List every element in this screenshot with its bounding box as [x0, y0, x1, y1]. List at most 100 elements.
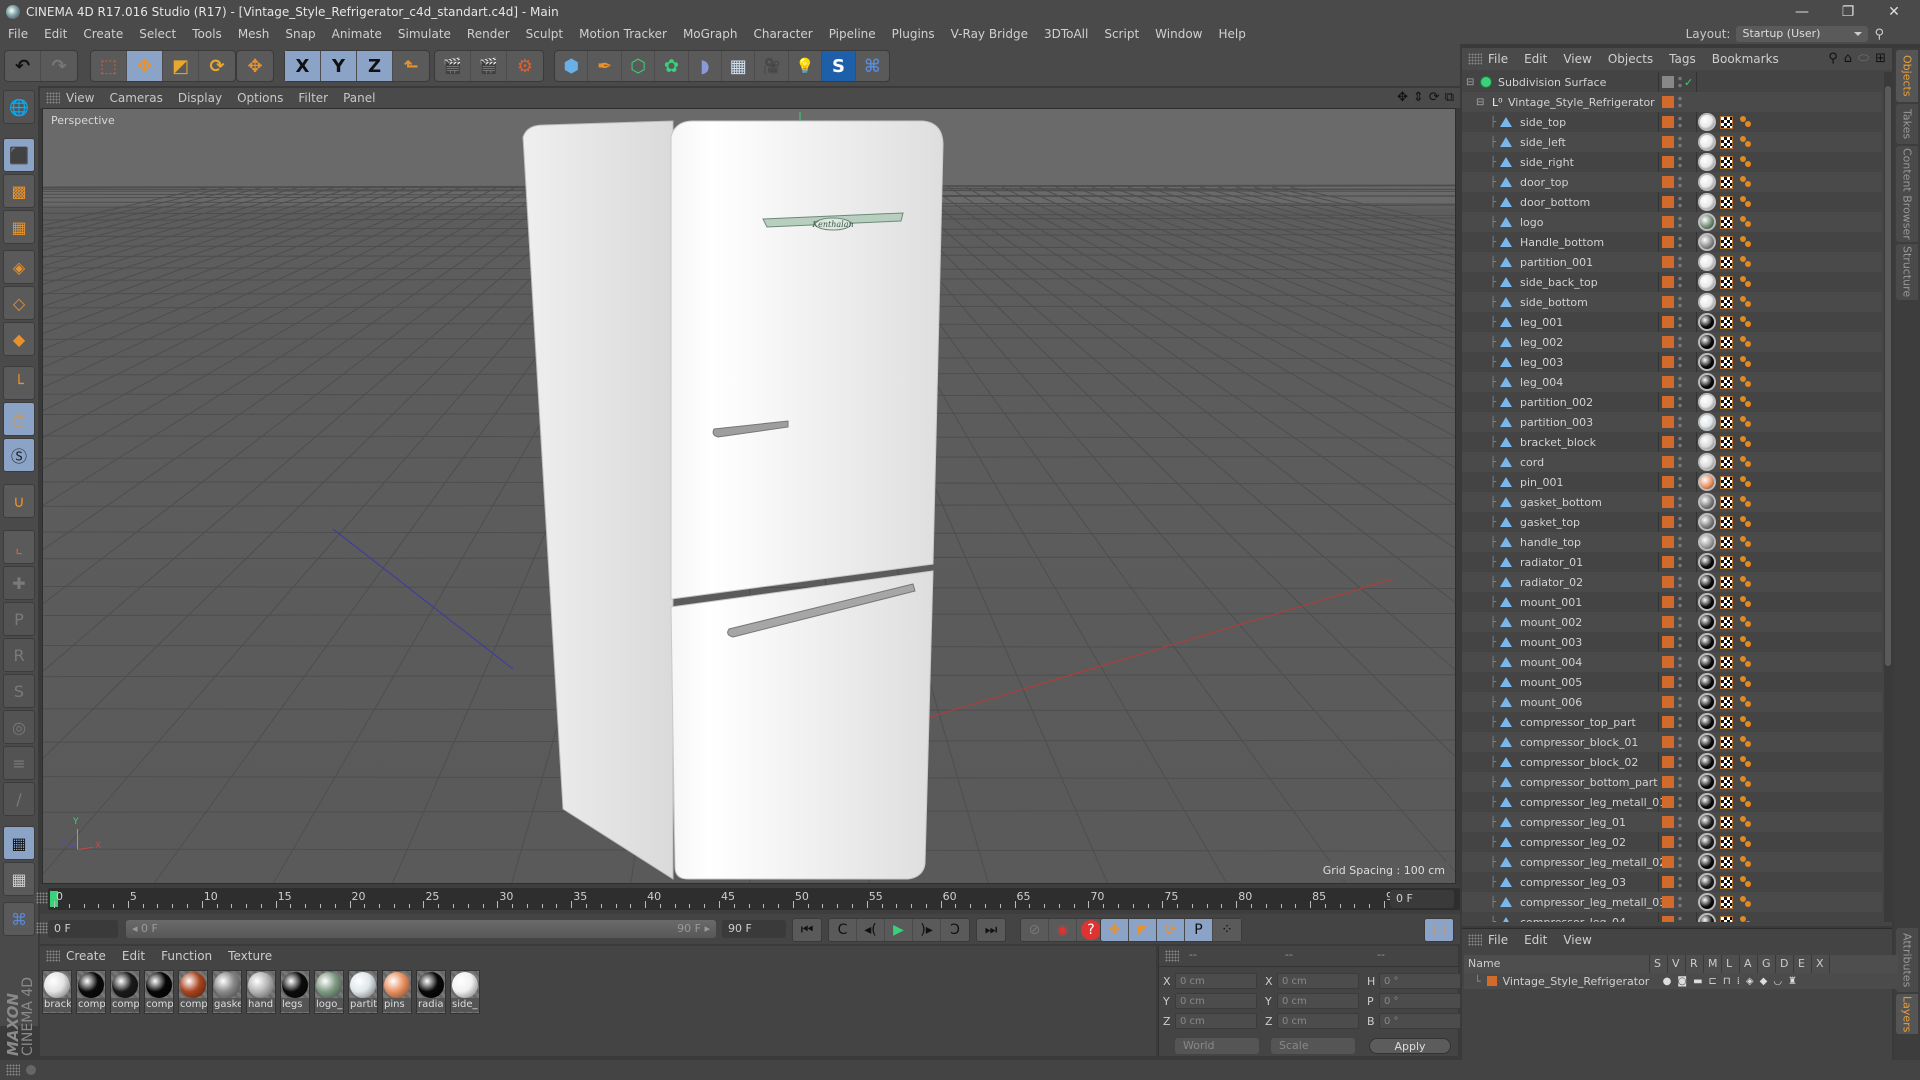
object-row[interactable]: ├ compressor_leg_01	[1462, 812, 1882, 832]
selection-tag-icon[interactable]	[1740, 816, 1752, 828]
menu-create[interactable]: Create	[83, 27, 123, 41]
selection-tag-icon[interactable]	[1740, 836, 1752, 848]
material-tag-icon[interactable]	[1698, 233, 1716, 251]
selection-tag-icon[interactable]	[1740, 536, 1752, 548]
uvw-tag-icon[interactable]	[1720, 295, 1733, 309]
make-editable-button[interactable]: 🌐	[3, 90, 35, 124]
layer-grip[interactable]	[1468, 934, 1482, 946]
layer-color-tag[interactable]	[1662, 556, 1674, 568]
selection-tag-icon[interactable]	[1740, 716, 1752, 728]
col-name[interactable]: Name	[1464, 955, 1650, 973]
y-axis-lock-button[interactable]: Y	[321, 51, 357, 81]
layer-color-tag[interactable]	[1662, 796, 1674, 808]
visibility-dots[interactable]	[1678, 695, 1682, 709]
selection-tag-icon[interactable]	[1740, 216, 1752, 228]
menu-window[interactable]: Window	[1155, 27, 1202, 41]
uvw-tag-icon[interactable]	[1720, 515, 1733, 529]
perspective-viewport[interactable]: Kenthalan Perspective Y X Z Grid Spacing…	[42, 108, 1456, 884]
psr-key-button[interactable]: S	[3, 674, 35, 708]
grid-lock-button[interactable]: ▦	[3, 826, 35, 860]
layer-color-tag[interactable]	[1662, 436, 1674, 448]
undo-button[interactable]: ↶	[5, 51, 41, 81]
selection-tag-icon[interactable]	[1740, 656, 1752, 668]
collapse-icon[interactable]: ⊟	[1466, 77, 1474, 88]
material-tag-icon[interactable]	[1698, 433, 1716, 451]
axis-mode-button[interactable]: └	[3, 366, 35, 400]
visibility-dots[interactable]	[1678, 215, 1682, 229]
selection-tag-icon[interactable]	[1740, 476, 1752, 488]
col-deformers[interactable]: D	[1776, 955, 1794, 973]
magnet-button[interactable]: ∪	[3, 484, 35, 518]
pos-x-field[interactable]: 0 cm	[1175, 973, 1257, 989]
manager-icon[interactable]: ⊏	[1709, 976, 1717, 987]
visibility-dots[interactable]	[1678, 735, 1682, 749]
key-points-button[interactable]: ⁘	[1213, 919, 1241, 941]
selection-tag-icon[interactable]	[1740, 336, 1752, 348]
material-grip[interactable]	[46, 950, 60, 962]
uvw-tag-icon[interactable]	[1720, 315, 1733, 329]
material-swatch[interactable]: comp	[178, 970, 208, 1014]
layer-color-tag[interactable]	[1662, 416, 1674, 428]
render-visibility-dots[interactable]	[1678, 75, 1682, 89]
edges-mode-button[interactable]: ◇	[3, 286, 35, 320]
layout-dropdown[interactable]: Startup (User)	[1736, 26, 1869, 42]
selection-tag-icon[interactable]	[1740, 696, 1752, 708]
object-row[interactable]: ├ mount_002	[1462, 612, 1882, 632]
selection-tag-icon[interactable]	[1740, 116, 1752, 128]
material-tag-icon[interactable]	[1698, 593, 1716, 611]
object-row[interactable]: ├ bracket_block	[1462, 432, 1882, 452]
current-frame-field[interactable]: 0 F	[1390, 890, 1454, 908]
z-axis-lock-button[interactable]: Z	[357, 51, 393, 81]
tab-layers[interactable]: Layers	[1896, 994, 1918, 1034]
material-swatch[interactable]: side_	[450, 970, 480, 1014]
material-tag-icon[interactable]	[1698, 673, 1716, 691]
viewport-menu-display[interactable]: Display	[178, 91, 222, 105]
close-button[interactable]: ✕	[1872, 0, 1916, 24]
objects-menu-edit[interactable]: Edit	[1524, 52, 1547, 66]
layer-color-tag[interactable]	[1662, 636, 1674, 648]
material-menu-edit[interactable]: Edit	[122, 949, 145, 963]
col-animation[interactable]: A	[1740, 955, 1758, 973]
rotate-tool-button[interactable]: ⟳	[199, 51, 235, 81]
rot-b-field[interactable]: 0 °	[1379, 1013, 1461, 1029]
coordinate-system-button[interactable]: ⬑	[393, 51, 429, 81]
layer-menu-view[interactable]: View	[1563, 933, 1591, 947]
object-row[interactable]: ├ compressor_leg_02	[1462, 832, 1882, 852]
points-mode-button[interactable]: ◈	[3, 250, 35, 284]
object-row[interactable]: ├ radiator_01	[1462, 552, 1882, 572]
selection-tag-icon[interactable]	[1740, 456, 1752, 468]
material-tag-icon[interactable]	[1698, 513, 1716, 531]
layer-color-tag[interactable]	[1662, 376, 1674, 388]
menu-pipeline[interactable]: Pipeline	[829, 27, 876, 41]
material-tag-icon[interactable]	[1698, 393, 1716, 411]
objects-menu-objects[interactable]: Objects	[1608, 52, 1653, 66]
deformer-icon[interactable]: ◆	[1760, 976, 1768, 987]
layer-color-tag[interactable]	[1662, 256, 1674, 268]
parameter-key-button[interactable]: ◎	[3, 710, 35, 744]
uvw-tag-icon[interactable]	[1720, 735, 1733, 749]
selection-tag-icon[interactable]	[1740, 516, 1752, 528]
object-row[interactable]: ├ cord	[1462, 452, 1882, 472]
selection-tag-icon[interactable]	[1740, 256, 1752, 268]
viewport-camera-label[interactable]: Perspective	[47, 113, 119, 128]
layer-color-tag[interactable]	[1662, 596, 1674, 608]
material-tag-icon[interactable]	[1698, 293, 1716, 311]
layer-color-tag[interactable]	[1662, 876, 1674, 888]
layer-menu-file[interactable]: File	[1488, 933, 1508, 947]
tab-objects[interactable]: Objects	[1896, 50, 1918, 102]
material-tag-icon[interactable]	[1698, 193, 1716, 211]
generator-icon[interactable]: ◈	[1746, 976, 1754, 987]
uvw-tag-icon[interactable]	[1720, 195, 1733, 209]
selection-tag-icon[interactable]	[1740, 276, 1752, 288]
menu-help[interactable]: Help	[1218, 27, 1245, 41]
redo-button[interactable]: ↷	[41, 51, 77, 81]
cloner-button[interactable]: ✿	[655, 51, 689, 81]
material-tag-icon[interactable]	[1698, 613, 1716, 631]
visibility-dots[interactable]	[1678, 795, 1682, 809]
uvw-tag-icon[interactable]	[1720, 715, 1733, 729]
layer-color-tag[interactable]	[1662, 776, 1674, 788]
uvw-tag-icon[interactable]	[1720, 835, 1733, 849]
minimize-button[interactable]: —	[1780, 0, 1824, 24]
layer-color-tag[interactable]	[1662, 836, 1674, 848]
x-axis-lock-button[interactable]: X	[285, 51, 321, 81]
